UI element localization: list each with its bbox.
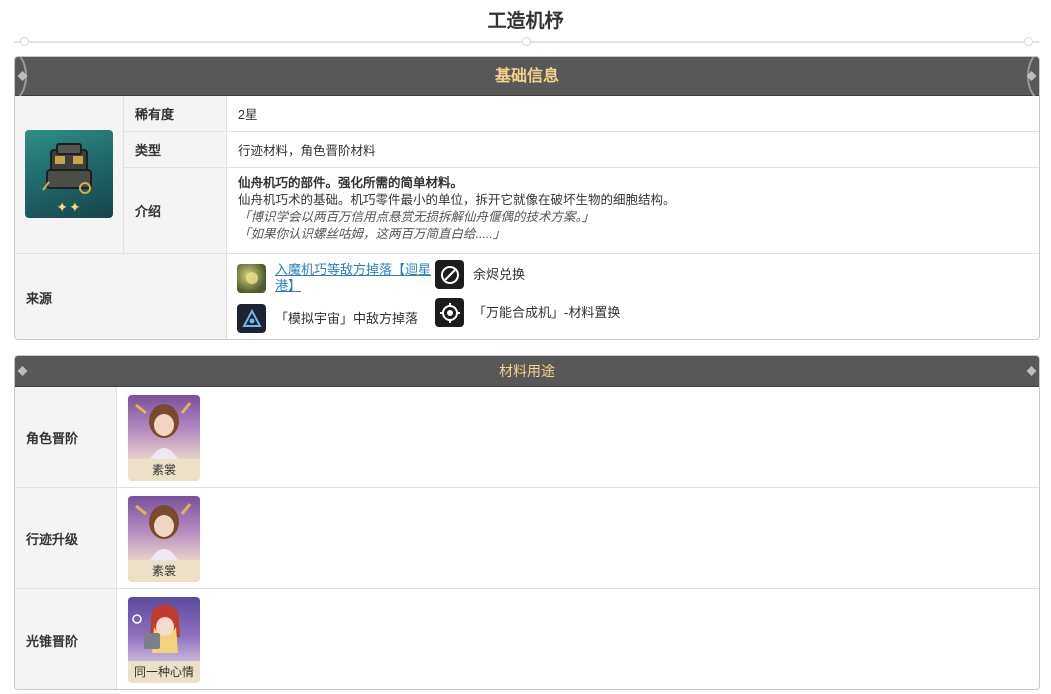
- light-cone-card-name: 同一种心情: [128, 661, 200, 683]
- simulated-universe-icon: [237, 304, 266, 333]
- character-portrait: [128, 496, 200, 560]
- material-usage-title: 材料用途: [499, 363, 555, 379]
- basic-info-panel: 基础信息 ✦✦ 稀有度 2星 类型 行迹材料，角色晋阶材料 介绍 仙舟机巧的部件…: [14, 56, 1040, 340]
- source-item-synthesizer[interactable]: 「万能合成机」-材料置换: [435, 298, 620, 327]
- source-link-enemy-drop[interactable]: 入魔机巧等敌方掉落【迴星港】: [275, 262, 437, 294]
- rarity-stars: ✦✦: [56, 199, 82, 215]
- material-usage-header: 材料用途: [15, 356, 1039, 387]
- usage-label-light-cone-ascension: 光锥晋阶: [15, 589, 117, 689]
- usage-value-character-ascension: [117, 387, 1039, 488]
- usage-label-character-ascension: 角色晋阶: [15, 387, 117, 488]
- character-card[interactable]: 素裳: [128, 395, 200, 481]
- usage-diamond-left: [17, 366, 28, 376]
- item-image-cell: ✦✦: [15, 96, 124, 254]
- page-title: 工造机杼: [487, 11, 564, 32]
- source-item-ember-exchange[interactable]: 余烬兑换: [435, 260, 525, 289]
- intro-line: 仙舟机巧术的基础。机巧零件最小的单位，拆开它就像在破坏生物的细胞结构。: [238, 193, 676, 207]
- divider-ornament-right: [1024, 37, 1033, 46]
- usage-value-light-cone-ascension: [117, 589, 1039, 689]
- intro-bold: 仙舟机巧的部件。强化所需的简单材料。: [238, 176, 464, 190]
- rarity-label: 稀有度: [124, 96, 227, 132]
- usage-label-trace-upgrade: 行迹升级: [15, 488, 117, 589]
- ember-exchange-icon: [435, 260, 464, 289]
- character-card[interactable]: 素裳: [128, 496, 200, 582]
- character-portrait: [128, 395, 200, 459]
- source-text-ember-exchange: 余烬兑换: [473, 266, 526, 282]
- source-text-simulated-universe: 「模拟宇宙」中敌方掉落: [275, 310, 419, 326]
- intro-value: 仙舟机巧的部件。强化所需的简单材料。 仙舟机巧术的基础。机巧零件最小的单位，拆开…: [227, 168, 1039, 254]
- source-value: 入魔机巧等敌方掉落【迴星港】 余烬兑换 「模拟宇宙」中敌方掉落 「万能合成机」-…: [227, 254, 1039, 339]
- type-label: 类型: [124, 132, 227, 168]
- light-cone-portrait: [128, 597, 200, 661]
- source-label: 来源: [15, 254, 227, 339]
- material-usage-panel: 材料用途 角色晋阶 素裳 行迹升级 素裳 光锥晋阶 同一种心情: [14, 355, 1040, 690]
- basic-info-header: 基础信息: [15, 57, 1039, 101]
- rarity-value: 2星: [227, 96, 1039, 132]
- title-divider: [14, 37, 1039, 46]
- source-item-enemy-drop[interactable]: 入魔机巧等敌方掉落【迴星港】: [237, 262, 437, 294]
- enemy-drop-icon: [237, 263, 266, 293]
- character-card-name: 素裳: [128, 560, 200, 582]
- character-card-name: 素裳: [128, 459, 200, 481]
- source-text-synthesizer: 「万能合成机」-材料置换: [473, 304, 621, 320]
- usage-value-trace-upgrade: [117, 488, 1039, 589]
- divider-ornament-left: [20, 37, 29, 46]
- item-icon: ✦✦: [25, 130, 113, 218]
- intro-quote-2: 「如果你认识螺丝咕姆，这两百万简直白给.....」: [238, 227, 506, 241]
- light-cone-card[interactable]: 同一种心情: [128, 597, 200, 683]
- synthesizer-icon: [435, 298, 464, 327]
- intro-label: 介绍: [124, 168, 227, 254]
- type-value: 行迹材料，角色晋阶材料: [227, 132, 1039, 168]
- intro-quote-1: 「博识学会以两百万信用点悬赏无损拆解仙舟偃偶的技术方案。」: [238, 210, 595, 224]
- basic-info-title: 基础信息: [494, 68, 559, 85]
- source-item-simulated-universe[interactable]: 「模拟宇宙」中敌方掉落: [237, 304, 418, 333]
- usage-diamond-right: [1026, 366, 1037, 376]
- divider-ornament-center: [522, 37, 531, 46]
